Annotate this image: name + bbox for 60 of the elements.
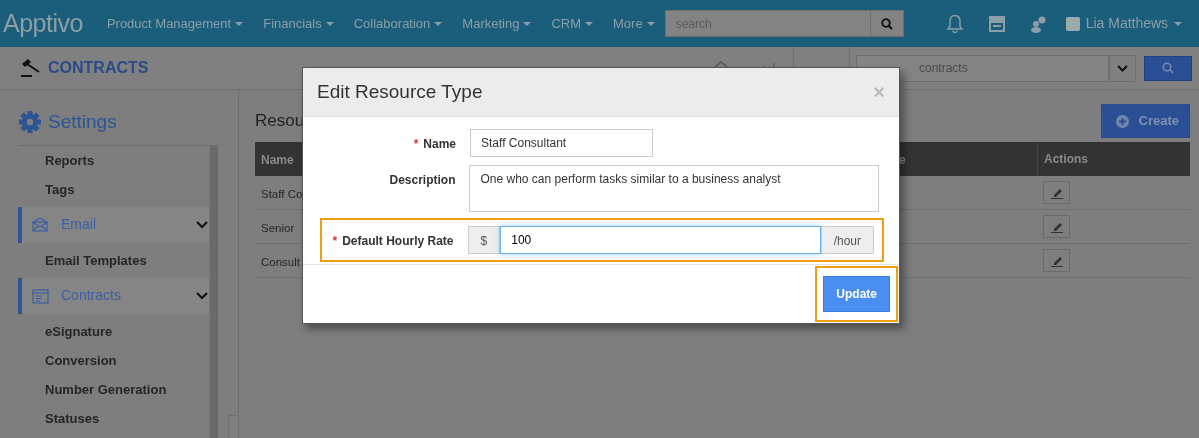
people-icon[interactable] (1029, 14, 1046, 33)
chevron-down-icon (1117, 64, 1128, 72)
scrollbar[interactable] (209, 146, 218, 438)
sidebar-title: Settings (48, 110, 117, 134)
unit-addon: /hour (820, 226, 874, 254)
sidebar-item[interactable]: eSignature (18, 316, 198, 346)
dialog-title: Edit Resource Type (317, 79, 483, 104)
table-cell: Senior (261, 221, 295, 234)
nav-menu[interactable]: Product Management (96, 13, 254, 34)
required-mark: * (413, 137, 419, 151)
column-header: e (899, 153, 906, 167)
create-button[interactable]: Create (1100, 104, 1190, 138)
sidebar-section[interactable]: Contracts (18, 277, 210, 314)
nav-menu[interactable]: Collaboration (343, 13, 453, 34)
column-header: Actions (1044, 151, 1088, 168)
sidebar-item[interactable]: Statuses (18, 403, 198, 433)
search-icon (1162, 62, 1174, 74)
pencil-icon (1049, 186, 1064, 199)
sidebar-item[interactable]: Number Generation (18, 374, 198, 404)
pencil-icon (1049, 254, 1064, 267)
plus-circle-icon (1115, 114, 1129, 128)
store-icon[interactable] (987, 15, 1006, 32)
field-label: Description (389, 173, 456, 187)
required-mark: * (332, 234, 338, 248)
rate-field[interactable]: 100 (500, 226, 821, 254)
nav-menu[interactable]: More (603, 13, 665, 34)
document-icon (32, 287, 49, 304)
sidebar-item[interactable]: Reports (18, 145, 198, 175)
search-button[interactable] (870, 10, 904, 37)
text-area[interactable]: One who can perform tasks similar to a business analyst (469, 165, 879, 212)
nav-menu[interactable]: Marketing (452, 13, 542, 34)
table-cell: Consult (261, 255, 300, 268)
app-logo[interactable]: Apptivo (0, 4, 97, 43)
edit-button[interactable] (1043, 249, 1070, 272)
field-label: Name (423, 137, 456, 151)
field-label: Default Hourly Rate (342, 234, 454, 248)
app-title: CONTRACTS (48, 58, 149, 78)
search-button[interactable] (1144, 55, 1192, 81)
user-menu[interactable]: Lia Matthews (1065, 13, 1183, 34)
sidebar-item[interactable]: Conversion (18, 345, 198, 375)
search-field[interactable]: contracts (856, 54, 1109, 82)
column-header: Name (261, 153, 294, 167)
nav-menu[interactable]: Financials (253, 13, 344, 34)
pencil-icon (1049, 220, 1064, 233)
search-icon (880, 17, 893, 30)
text-field[interactable]: Staff Consultant (470, 129, 653, 157)
gavel-icon (18, 58, 42, 78)
currency-addon: $ (467, 226, 501, 254)
nav-menu[interactable]: CRM (541, 13, 603, 34)
sidebar-item[interactable]: Email Templates (18, 245, 198, 275)
sidebar-section[interactable]: Email (18, 206, 210, 243)
bell-icon[interactable] (945, 14, 964, 33)
edit-button[interactable] (1043, 215, 1070, 238)
dropdown-button[interactable] (1109, 54, 1136, 82)
table-cell: Staff Co (261, 187, 303, 200)
envelope-icon (32, 216, 49, 233)
edit-button[interactable] (1043, 181, 1070, 204)
gear-icon (18, 110, 42, 135)
sidebar-item[interactable]: Tags (18, 174, 198, 204)
update-button[interactable]: Update (823, 276, 890, 312)
